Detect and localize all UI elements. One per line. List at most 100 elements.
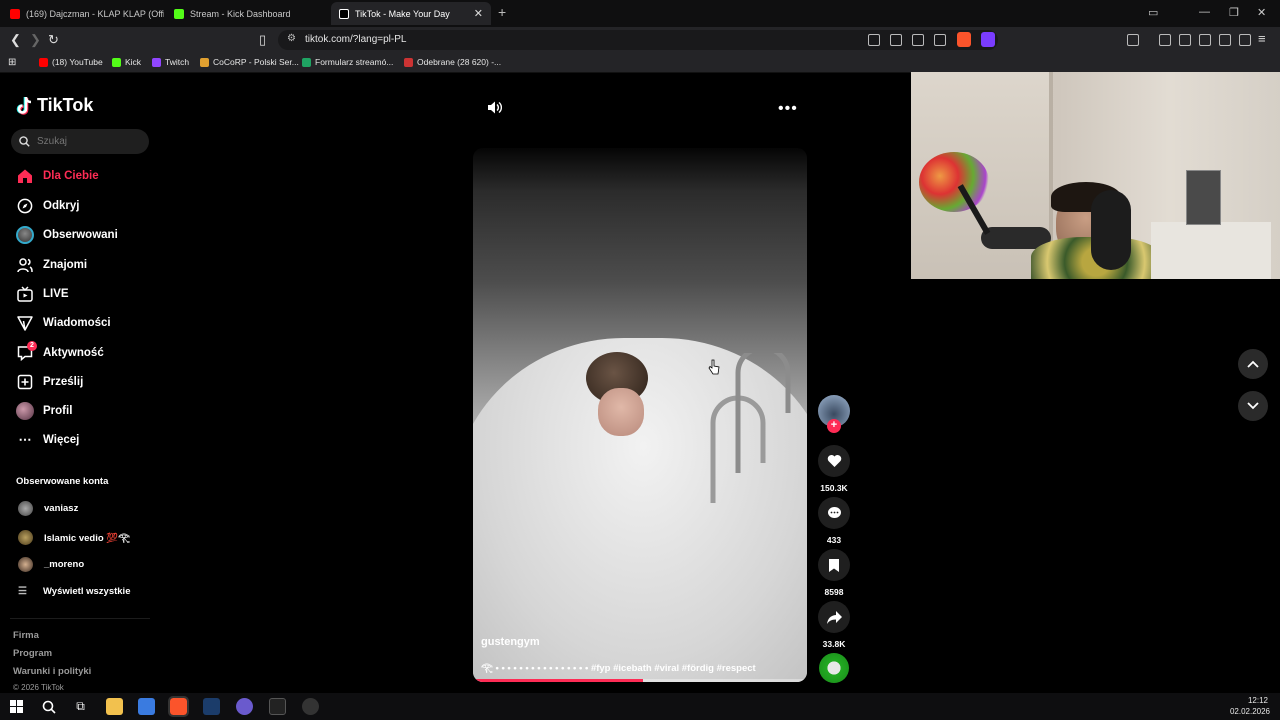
windows-start-icon[interactable] — [8, 698, 25, 715]
nav-messages[interactable]: Wiadomości — [16, 313, 111, 333]
followed-account[interactable]: Islamic vedio 💯𓂀 — [18, 529, 130, 545]
nav-label: Znajomi — [43, 259, 88, 271]
tab-search-icon[interactable]: ▭ — [1148, 6, 1158, 19]
tab-label: TikTok - Make Your Day — [355, 8, 450, 19]
nav-friends[interactable]: Znajomi — [16, 255, 87, 275]
more-options-icon[interactable]: ••• — [778, 100, 798, 118]
progress-bar[interactable] — [473, 679, 807, 682]
footer-link-company[interactable]: Firma — [13, 630, 39, 641]
clock-time[interactable]: 12:12 — [1248, 696, 1268, 705]
followed-account[interactable]: _moreno — [18, 557, 84, 572]
footer-link-terms[interactable]: Warunki i polityki — [13, 666, 91, 677]
save-button[interactable]: 8598 — [818, 549, 850, 597]
nav-more[interactable]: ⋯ Więcej — [16, 430, 80, 450]
reader-icon[interactable] — [890, 34, 902, 46]
search-box[interactable] — [11, 129, 149, 154]
url-text: tiktok.com/?lang=pl-PL — [305, 34, 407, 45]
tiktok-logo[interactable]: TikTok — [16, 95, 93, 116]
next-video-button[interactable] — [1238, 391, 1268, 421]
nav-label: Odkryj — [43, 200, 80, 212]
nav-for-you[interactable]: Dla Ciebie — [16, 166, 99, 186]
restore-icon[interactable]: ❐ — [1229, 6, 1239, 19]
nav-label: Dla Ciebie — [43, 170, 99, 182]
search-input[interactable] — [37, 129, 147, 154]
apps-grid-icon[interactable]: ⊞ — [8, 57, 16, 68]
app-icon[interactable] — [302, 698, 319, 715]
footer-link-program[interactable]: Program — [13, 648, 52, 659]
bookmark-youtube[interactable]: (18) YouTube — [39, 57, 103, 67]
leo-ai-icon[interactable] — [1219, 34, 1231, 46]
avatar — [18, 529, 33, 545]
nav-live[interactable]: LIVE — [16, 284, 69, 304]
tab-youtube[interactable]: (169) Dajczman - KLAP KLAP (Official — [2, 2, 164, 25]
comment-button[interactable]: 433 — [818, 497, 850, 545]
nav-explore[interactable]: Odkryj — [16, 196, 79, 216]
volume-icon[interactable] — [487, 100, 503, 120]
discord-icon[interactable] — [236, 698, 253, 715]
bookmark-form[interactable]: Formularz streamó... — [302, 57, 393, 67]
follow-plus-icon[interactable]: + — [827, 419, 841, 433]
nav-activity[interactable]: 2 Aktywność — [16, 341, 104, 363]
youtube-icon — [39, 57, 48, 67]
media-icon[interactable] — [1159, 34, 1171, 46]
tiktok-sidebar: TikTok Dla Ciebie Odkryj Obserwowani Zna… — [0, 73, 160, 693]
clock-date[interactable]: 02.02.2026 — [1230, 707, 1270, 716]
followed-account[interactable]: vaniasz — [18, 501, 78, 516]
share-button[interactable]: 33.8K — [818, 601, 850, 649]
tab-tiktok[interactable]: TikTok - Make Your Day ✕ — [331, 2, 491, 25]
bookmark-twitch[interactable]: Twitch — [152, 57, 189, 67]
bookmark-icon[interactable]: ▯ — [259, 32, 266, 48]
flower-decoration — [919, 152, 989, 212]
progress-fill — [473, 679, 644, 682]
bookmark-label: (18) YouTube — [52, 57, 103, 67]
nav-upload[interactable]: Prześlij — [16, 372, 83, 392]
close-window-icon[interactable]: ✕ — [1257, 6, 1266, 19]
author-avatar-button[interactable]: + — [818, 395, 850, 433]
new-tab-button[interactable]: + — [498, 4, 506, 20]
brave-rewards-icon[interactable] — [981, 32, 995, 47]
store-icon[interactable] — [138, 698, 155, 715]
forward-icon[interactable]: ❯ — [30, 32, 41, 48]
menu-icon[interactable]: ≡ — [1258, 31, 1266, 46]
minimize-icon[interactable]: — — [1199, 6, 1210, 18]
steam-icon[interactable] — [203, 698, 220, 715]
kick-icon — [174, 8, 184, 19]
previous-video-button[interactable] — [1238, 349, 1268, 379]
video-author[interactable]: gustengym — [481, 636, 540, 648]
brave-shield-icon[interactable] — [957, 32, 971, 47]
comment-count: 433 — [826, 535, 842, 545]
nav-profile[interactable]: Profil — [16, 401, 72, 421]
file-explorer-icon[interactable] — [106, 698, 123, 715]
nav-following[interactable]: Obserwowani — [16, 225, 118, 245]
obs-studio-icon[interactable] — [269, 698, 286, 715]
vpn-icon[interactable] — [1239, 34, 1251, 46]
cast-icon[interactable] — [912, 34, 924, 46]
site-info-icon[interactable]: ⚙ — [287, 33, 296, 44]
nav-label: Profil — [43, 405, 73, 417]
bookmark-cocorp[interactable]: CoCoRP - Polski Ser... — [200, 57, 299, 67]
share-arrow-icon — [818, 601, 850, 633]
more-dots-icon: ⋯ — [18, 432, 32, 447]
show-all-link[interactable]: ☰ Wyświetl wszystkie — [18, 586, 130, 597]
extensions-icon[interactable] — [1127, 34, 1139, 46]
share-icon[interactable] — [934, 34, 946, 46]
wallet-icon[interactable] — [1199, 34, 1211, 46]
bookmarks-bar: ⊞ (18) YouTube Kick Twitch CoCoRP - Pols… — [0, 53, 1280, 73]
brave-browser-icon[interactable] — [168, 696, 189, 717]
video-player[interactable]: gustengym 𓂀 • • • • • • • • • • • • • • … — [473, 148, 807, 682]
bookmark-inbox[interactable]: Odebrane (28 620) -... — [404, 57, 501, 67]
reload-icon[interactable]: ↻ — [48, 32, 59, 48]
home-icon — [16, 167, 34, 185]
tab-kick[interactable]: Stream - Kick Dashboard — [166, 2, 328, 25]
activity-icon: 2 — [16, 341, 37, 362]
close-tab-icon[interactable]: ✕ — [474, 7, 483, 20]
like-button[interactable]: 150.3K — [818, 445, 850, 493]
back-icon[interactable]: ❮ — [10, 32, 21, 48]
search-icon[interactable] — [40, 698, 57, 715]
sidebar-icon[interactable] — [1179, 34, 1191, 46]
youtube-icon — [10, 8, 20, 19]
bookmark-kick[interactable]: Kick — [112, 57, 141, 67]
sound-disc-button[interactable] — [818, 653, 850, 683]
task-view-icon[interactable]: ⧉ — [72, 698, 89, 715]
translate-icon[interactable] — [868, 34, 880, 46]
